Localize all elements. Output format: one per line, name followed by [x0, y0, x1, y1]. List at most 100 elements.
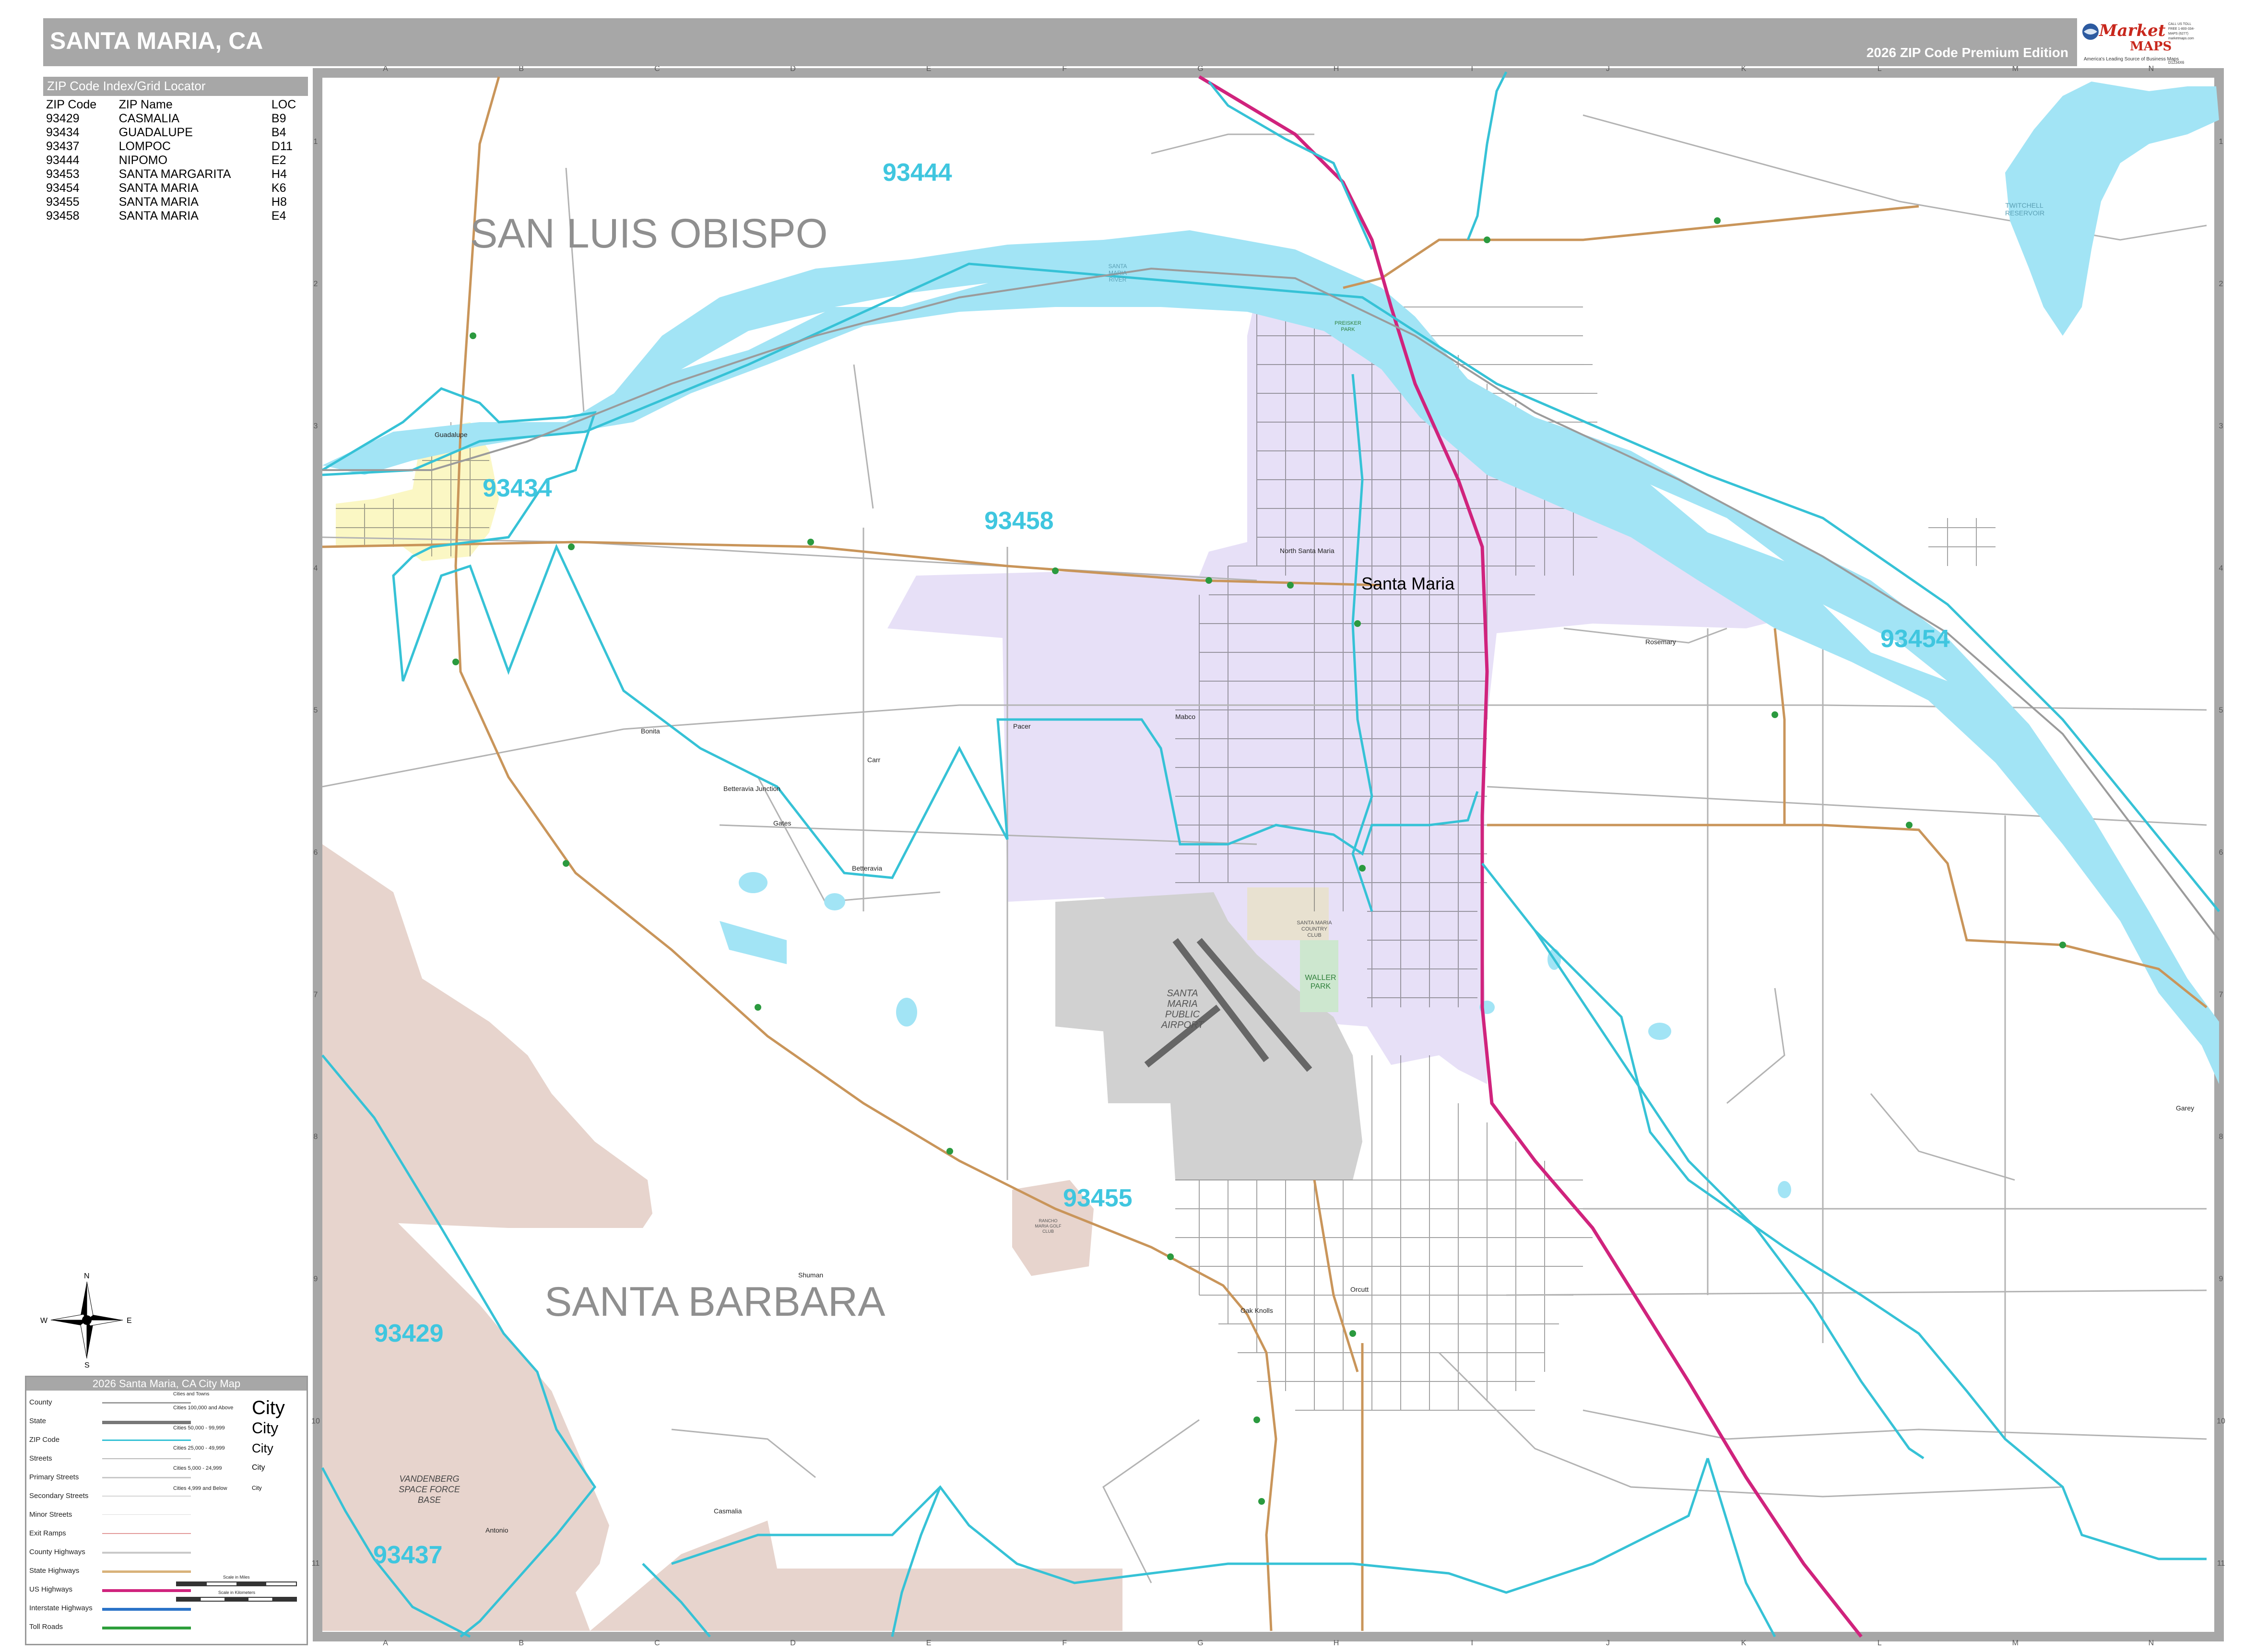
legend-label: Toll Roads: [29, 1623, 63, 1631]
legend-line-swatch: [102, 1440, 191, 1441]
legend-line-swatch: [102, 1533, 191, 1534]
feature-reservoir: TWITCHELL RESERVOIR: [2005, 201, 2045, 217]
zip-index-cell: 93429: [46, 112, 80, 125]
logo-contact: CALL US TOLL FREE 1-800-334-MAPS (6277) …: [2168, 23, 2195, 40]
zip-index-cell: K6: [271, 181, 286, 195]
feature-country-club: SANTA MARIA COUNTRY CLUB: [1297, 920, 1332, 938]
zip-index-cell: SANTA MARIA: [118, 209, 199, 223]
logo-tagline: America's Leading Source of Business Map…: [2084, 57, 2179, 62]
zip-index-title: ZIP Code Index/Grid Locator: [43, 77, 308, 96]
zip-index-cell: ZIP Name: [118, 98, 173, 111]
place-mabco: Mabco: [1175, 713, 1196, 720]
zip-label-93454: 93454: [1880, 625, 1950, 653]
compass-s: S: [84, 1361, 90, 1369]
legend-line-swatch: [102, 1496, 191, 1497]
place-betteravia: Betteravia: [852, 864, 883, 872]
title-bar: SANTA MARIA, CA 2026 ZIP Code Premium Ed…: [43, 18, 2077, 66]
feature-rancho: RANCHO MARIA GOLF CLUB: [1035, 1218, 1062, 1234]
place-shuman: Shuman: [798, 1271, 824, 1279]
logo-globe-icon: [2082, 24, 2099, 40]
zip-label-93429: 93429: [374, 1320, 444, 1347]
legend-city-class: Cities 4,999 and Below: [173, 1486, 227, 1491]
zip-index-cell: CASMALIA: [118, 112, 180, 125]
feature-preisker-park: PREISKER PARK: [1335, 320, 1361, 332]
place-betteravia-junction: Betteravia Junction: [723, 785, 781, 792]
zip-label-93458: 93458: [984, 507, 1054, 535]
legend-city-sample: City: [252, 1485, 262, 1491]
legend-cities-title: Cities and Towns: [173, 1392, 210, 1397]
city-label-santa-maria: Santa Maria: [1361, 574, 1455, 593]
legend-city-class: Cities 25,000 - 49,999: [173, 1445, 225, 1451]
legend-label: County Highways: [29, 1548, 85, 1556]
zip-index-cell: SANTA MARIA: [118, 195, 199, 209]
zip-index-cell: LOMPOC: [118, 140, 171, 153]
zip-index-cell: GUADALUPE: [118, 126, 193, 139]
feature-waller-park: WALLER PARK: [1305, 974, 1336, 991]
zip-label-93444: 93444: [883, 159, 952, 187]
zip-index-cell: H8: [271, 195, 287, 209]
legend-city-sample: City: [252, 1441, 273, 1455]
legend-label: Minor Streets: [29, 1510, 72, 1519]
place-orcutt: Orcutt: [1350, 1286, 1369, 1293]
zip-index-cell: D11: [271, 140, 293, 153]
place-north-santa-maria: North Santa Maria: [1280, 547, 1335, 555]
zip-index-header-row: ZIP Code ZIP Name LOC: [43, 98, 308, 112]
place-bonita: Bonita: [641, 727, 660, 735]
map-title: SANTA MARIA, CA: [50, 27, 263, 54]
zip-index-cell: 93437: [46, 140, 80, 153]
legend-label: Streets: [29, 1454, 52, 1463]
edition-label: 2026 ZIP Code Premium Edition: [1866, 45, 2068, 60]
legend-line-swatch: [102, 1627, 191, 1629]
zip-index-cell: B9: [271, 112, 286, 125]
feature-vandenberg: VANDENBERG SPACE FORCE BASE: [399, 1474, 460, 1505]
zip-index-cell: B4: [271, 126, 286, 139]
legend-line-swatch: [102, 1458, 191, 1459]
legend-scale-miles: Scale in Miles: [223, 1575, 250, 1580]
county-label-sb: SANTA BARBARA: [544, 1279, 886, 1325]
zip-index-cell: E2: [271, 153, 286, 167]
legend-label: ZIP Code: [29, 1436, 60, 1444]
legend-line-swatch: [102, 1589, 191, 1592]
legend-line-swatch: [102, 1421, 191, 1424]
place-casmalia: Casmalia: [714, 1507, 742, 1515]
legend-line-swatch: [102, 1477, 191, 1478]
feature-river: SANTA MARIA RIVER: [1108, 263, 1127, 283]
legend-label: US Highways: [29, 1585, 73, 1593]
zip-index-cell: 93434: [46, 126, 80, 139]
legend-city-class: Cities 50,000 - 99,999: [173, 1425, 225, 1431]
legend-title: 2026 Santa Maria, CA City Map: [26, 1377, 307, 1391]
legend-city-sample: City: [252, 1463, 265, 1472]
market-maps-logo[interactable]: Market MAPS America's Leading Source of …: [2077, 18, 2202, 66]
zip-index-cell: E4: [271, 209, 286, 223]
map-legend: 2026 Santa Maria, CA City Map County Stat…: [25, 1376, 308, 1645]
legend-label: Primary Streets: [29, 1473, 79, 1481]
zip-index-cell: ZIP Code: [46, 98, 97, 111]
place-pacer: Pacer: [1013, 722, 1031, 730]
zip-index-panel: ZIP Code Index/Grid Locator ZIP Code ZIP …: [43, 77, 308, 230]
scale-bar-miles: [176, 1581, 297, 1586]
legend-line-swatch: [102, 1608, 191, 1611]
legend-city-class: Cities 5,000 - 24,999: [173, 1465, 222, 1471]
zip-index-cell: H4: [271, 167, 287, 181]
legend-label: State Highways: [29, 1567, 80, 1575]
zip-index-row: 93444 NIPOMO E2: [43, 153, 308, 167]
legend-label: County: [29, 1398, 52, 1406]
legend-label: State: [29, 1417, 47, 1425]
zip-label-93437: 93437: [373, 1541, 443, 1569]
place-carr: Carr: [867, 756, 881, 764]
logo-brand-maps: MAPS: [2130, 39, 2172, 54]
place-guadalupe: Guadalupe: [435, 431, 468, 438]
zip-index-cell: SANTA MARGARITA: [118, 167, 231, 181]
compass-w: W: [40, 1317, 48, 1325]
feature-airport: SANTA MARIA PUBLIC AIRPORT: [1161, 988, 1204, 1030]
scale-bar-km: [176, 1597, 297, 1602]
place-garey: Garey: [2176, 1104, 2195, 1112]
zip-index-cell: 93454: [46, 181, 80, 195]
zip-index-row: 93455 SANTA MARIA H8: [43, 195, 308, 209]
legend-line-swatch: [102, 1402, 191, 1404]
zip-index-cell: 93455: [46, 195, 80, 209]
zip-index-cell: 93444: [46, 153, 80, 167]
map-canvas[interactable]: [0, 0, 2244, 1652]
zip-index-row: 93429 CASMALIA B9: [43, 112, 308, 126]
legend-city-sample: City: [252, 1419, 279, 1437]
